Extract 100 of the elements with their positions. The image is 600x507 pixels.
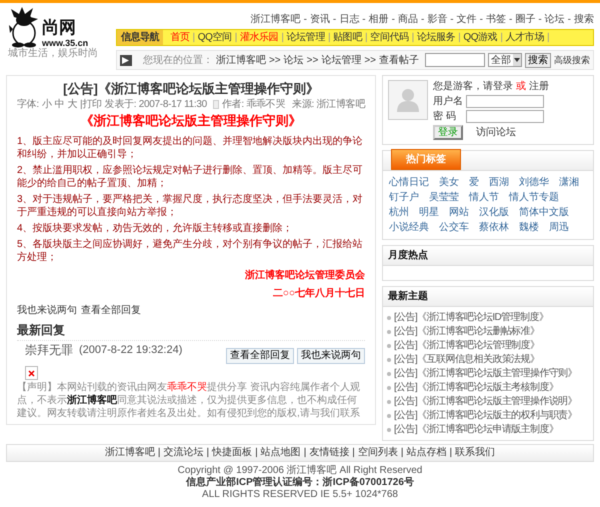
tag-link[interactable]: 汉化版 [479,206,509,219]
top-link[interactable]: 日志 [339,13,360,29]
top-link[interactable]: 文件 [456,13,477,29]
nav-link[interactable]: 人才市场 [502,31,547,44]
rule-text: 3、对于违规帖子，要严格把关，掌握尺度，执行态度坚决，但手法要灵活，对于严重违规的可以直接向站方举报； [17,193,364,219]
rule-text: 5、各版块版主之间应协调好，避免产生分歧，对个别有争议的帖子，汇报给站方处理； [17,238,364,264]
topic-link[interactable]: [公告]《浙江博客吧论坛删帖标准》 [394,325,540,338]
font-size-link[interactable]: 中 [54,98,64,111]
post-date: 发表于: 2007-8-17 11:30 [104,98,207,111]
separator: - [508,13,512,27]
bullet-icon [387,372,391,376]
tag-link[interactable]: 钉子户 [389,191,419,204]
nav-link[interactable]: QQ游戏 [460,31,500,44]
tag-link[interactable]: 吴莹莹 [429,191,459,204]
reply-link[interactable]: 查看全部回复 [81,304,141,317]
tag-link[interactable]: 爱 [469,176,479,189]
top-link[interactable]: 相册 [368,13,389,29]
tag-link[interactable]: 网站 [449,206,469,219]
signature: 浙江博客吧论坛管理委员会 [244,269,365,282]
tag-link[interactable]: 简体中文版 [519,206,569,219]
nav-link[interactable]: 贴图吧 [330,31,365,44]
breadcrumb-link[interactable]: 论坛管理 [321,54,362,66]
breadcrumb-link[interactable]: 浙江博客吧 [216,54,266,66]
tag-link[interactable]: 情人节专题 [509,191,559,204]
top-link[interactable]: 资讯 [310,13,330,29]
reply-link[interactable]: 我也来说两句 [17,304,77,317]
footer-link[interactable]: 友情链接 [309,447,350,459]
tag-link[interactable]: 情人节 [469,191,499,204]
footer-link[interactable]: 浙江博客吧 [104,447,155,459]
tag-link[interactable]: 潇湘 [559,176,579,189]
password-field[interactable] [466,110,544,123]
tag-link[interactable]: 杭州 [389,206,409,219]
font-size-link[interactable]: 小 [42,98,52,111]
replies-heading: 最新回复 [17,322,66,338]
tag-link[interactable]: 西湖 [489,176,509,189]
footer-link[interactable]: 空间列表 [358,447,398,459]
broken-image-icon [28,370,35,376]
bullet-icon [387,358,391,362]
visit-forum-link[interactable]: 访问论坛 [476,126,516,139]
reply-button[interactable]: 查看全部回复 [226,348,294,364]
author-icon [212,100,219,109]
tag-link[interactable]: 周迅 [549,221,569,234]
tag-link[interactable]: 心情日记 [389,176,429,189]
footer-link[interactable]: 站点存档 [406,447,447,459]
topic-link[interactable]: [公告]《互联网信息相关政策法规》 [394,353,540,366]
footer-link[interactable]: 站点地图 [260,447,301,459]
footer-link[interactable]: 交流论坛 [163,447,204,459]
tag-link[interactable]: 蔡依林 [479,221,509,234]
topic-link[interactable]: [公告]《浙江博客吧论坛版主考核制度》 [394,381,558,394]
topic-link[interactable]: [公告]《浙江博客吧论坛版主管理操作说明》 [394,395,577,408]
bullet-icon [387,414,391,418]
tag-link[interactable]: 明星 [419,206,439,219]
search-button[interactable]: 搜索 [525,52,551,68]
nav-link[interactable]: 空间代码 [367,31,412,44]
user-silhouette-icon [397,89,419,112]
username-field[interactable] [466,95,544,108]
separator: | [546,31,550,44]
nav-link[interactable]: 论坛服务 [414,31,458,44]
advanced-search-link[interactable]: 高级搜索 [554,54,590,66]
top-link[interactable]: 圈子 [515,13,536,29]
topic-link[interactable]: [公告]《浙江博客吧论坛版主管理操作守则》 [394,367,577,380]
breadcrumb-link[interactable]: 论坛 [284,54,304,66]
nav-link[interactable]: QQ空间 [194,31,235,44]
reply-button[interactable]: 我也来说两句 [297,348,365,364]
tag-link[interactable]: 刘德华 [519,176,549,189]
separator: | [450,447,452,459]
field-label: 用户名 [433,95,463,108]
top-link[interactable]: 浙江博客吧 [250,13,301,29]
register-link[interactable]: 注册 [529,80,549,93]
top-link[interactable]: 商品 [398,13,418,29]
tag-link[interactable]: 公交车 [439,221,469,234]
box-title: 月度热点 [388,249,428,263]
footer-link[interactable]: 联系我们 [455,447,496,459]
search-field[interactable] [425,53,485,67]
tag-link[interactable]: 魏楼 [519,221,539,234]
top-link[interactable]: 论坛 [544,13,565,29]
separator: - [304,13,307,27]
print-link[interactable]: |打印 [80,98,102,111]
topic-link[interactable]: [公告]《浙江博客吧论坛版主的权利与职责》 [394,409,577,422]
breadcrumb-link[interactable]: 查看帖子 [379,54,419,66]
scope-dropdown[interactable]: 全部 [488,53,522,67]
topic-link[interactable]: [公告]《浙江博客吧论坛ID管理制度》 [394,311,548,324]
box-title: 最新主题 [388,290,428,304]
separator: | [255,447,258,459]
separator: | [352,447,355,459]
top-link[interactable]: 影音 [427,13,448,29]
tag-link[interactable]: 小说经典 [389,221,429,234]
separator: - [450,13,454,27]
top-link[interactable]: 书签 [486,13,506,29]
separator: >> [268,54,281,66]
topic-link[interactable]: [公告]《浙江博客吧论坛申请版主制度》 [394,423,558,436]
nav-link[interactable]: 论坛管理 [284,31,328,44]
topic-link[interactable]: [公告]《浙江博客吧论坛管理制度》 [394,339,540,352]
bullet-icon [387,386,391,390]
tag-link[interactable]: 美女 [439,176,459,189]
top-link[interactable]: 搜索 [574,13,594,29]
bullet-icon [387,316,391,320]
font-size-link[interactable]: 大 [67,98,77,111]
footer-link[interactable]: 快捷面板 [212,447,252,459]
separator: - [538,13,542,27]
